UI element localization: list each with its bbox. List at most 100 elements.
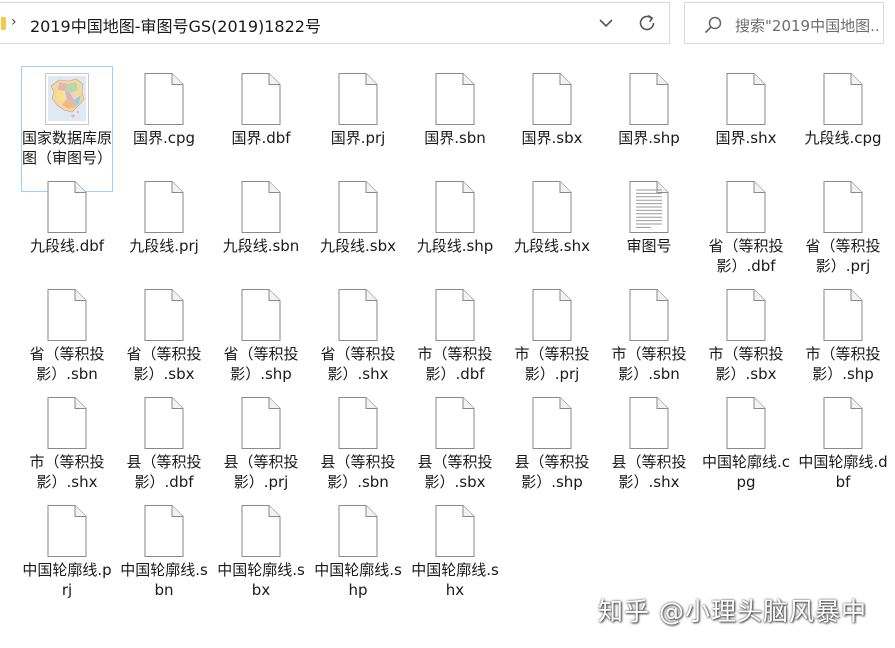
blank-file-icon [433,180,477,234]
blank-file-icon [530,180,574,234]
blank-file-icon [724,180,768,234]
chevron-right-icon[interactable]: › [11,14,17,30]
blank-file-icon [336,504,380,558]
file-item[interactable]: 市（等积投影）.dbf [409,282,501,386]
file-item[interactable]: 省（等积投影）.sbn [21,282,113,386]
file-name: 省（等积投影）.prj [805,237,881,275]
file-item[interactable]: 九段线.shp [409,174,501,278]
file-item[interactable]: 县（等积投影）.sbx [409,390,501,494]
file-item[interactable]: 中国轮廓线.shx [409,498,501,602]
file-item[interactable]: 县（等积投影）.shp [506,390,598,494]
file-name: 国界.sbx [521,129,583,147]
file-item[interactable]: 县（等积投影）.shx [603,390,695,494]
search-icon [703,15,723,35]
blank-file-icon [45,288,89,342]
file-item[interactable]: 省（等积投影）.sbx [118,282,210,386]
blank-file-icon [336,72,380,126]
blank-file-icon [627,288,671,342]
file-name: 县（等积投影）.sbn [320,453,396,491]
file-name: 国界.dbf [231,129,291,147]
blank-file-icon [142,288,186,342]
file-item[interactable]: 中国轮廓线.dbf [797,390,889,494]
blank-file-icon [142,396,186,450]
file-item[interactable]: 九段线.shx [506,174,598,278]
file-name: 市（等积投影）.dbf [417,345,493,383]
file-item[interactable]: 县（等积投影）.dbf [118,390,210,494]
file-item[interactable]: 县（等积投影）.prj [215,390,307,494]
file-name: 审图号 [626,237,672,255]
file-name: 市（等积投影）.sbn [611,345,687,383]
file-item[interactable]: 市（等积投影）.prj [506,282,598,386]
file-name: 省（等积投影）.shp [223,345,299,383]
file-item[interactable]: 国界.dbf [215,66,307,170]
file-item[interactable]: 中国轮廓线.cpg [700,390,792,494]
file-item[interactable]: 国界.sbx [506,66,598,170]
file-item[interactable]: 国界.cpg [118,66,210,170]
file-item[interactable]: 审图号 [603,174,695,278]
file-item[interactable]: 国界.shx [700,66,792,170]
file-name: 九段线.dbf [29,237,105,255]
file-item[interactable]: 九段线.sbn [215,174,307,278]
file-name: 市（等积投影）.shp [805,345,881,383]
blank-file-icon [530,288,574,342]
image-thumbnail-icon [45,72,89,126]
blank-file-icon [239,288,283,342]
file-item[interactable]: 中国轮廓线.sbx [215,498,307,602]
file-name: 省（等积投影）.shx [320,345,396,383]
file-item[interactable]: 国界.sbn [409,66,501,170]
search-input[interactable]: 搜索"2019中国地图... [735,15,881,36]
file-item[interactable]: 九段线.cpg [797,66,889,170]
file-item[interactable]: 中国轮廓线.sbn [118,498,210,602]
refresh-icon[interactable] [635,11,659,35]
search-box[interactable]: 搜索"2019中国地图... [684,2,884,44]
file-item[interactable]: 省（等积投影）.prj [797,174,889,278]
file-item[interactable]: 九段线.sbx [312,174,404,278]
blank-file-icon [724,396,768,450]
file-item[interactable]: 九段线.dbf [21,174,113,278]
blank-file-icon [239,504,283,558]
file-name: 中国轮廓线.cpg [701,453,791,491]
file-item[interactable]: 省（等积投影）.dbf [700,174,792,278]
file-item[interactable]: 国界.shp [603,66,695,170]
blank-file-icon [239,396,283,450]
file-name: 国界.shp [618,129,680,147]
blank-file-icon [45,504,89,558]
file-name: 中国轮廓线.sbx [217,561,305,599]
file-name: 九段线.shp [416,237,494,255]
file-name: 中国轮廓线.shx [411,561,499,599]
watermark: 知乎 @小理头脑风暴中 [598,597,867,626]
file-name: 市（等积投影）.prj [514,345,590,383]
file-item[interactable]: 市（等积投影）.shp [797,282,889,386]
file-name: 县（等积投影）.dbf [126,453,202,491]
file-item[interactable]: 市（等积投影）.sbx [700,282,792,386]
chevron-down-icon[interactable] [595,11,617,35]
blank-file-icon [433,288,477,342]
file-item[interactable]: 中国轮廓线.shp [312,498,404,602]
address-bar[interactable]: › 2019中国地图-审图号GS(2019)1822号 [0,2,670,44]
file-name: 中国轮廓线.dbf [798,453,888,491]
file-name: 国界.cpg [132,129,196,147]
blank-file-icon [45,180,89,234]
blank-file-icon [433,504,477,558]
address-path[interactable]: 2019中国地图-审图号GS(2019)1822号 [30,13,321,37]
blank-file-icon [433,72,477,126]
file-item[interactable]: 县（等积投影）.sbn [312,390,404,494]
file-name: 九段线.prj [129,237,199,255]
blank-file-icon [142,180,186,234]
blank-file-icon [239,180,283,234]
file-name: 省（等积投影）.dbf [708,237,784,275]
file-item[interactable]: 市（等积投影）.shx [21,390,113,494]
file-item[interactable]: 国界.prj [312,66,404,170]
file-item[interactable]: 中国轮廓线.prj [21,498,113,602]
file-name: 国界.prj [330,129,386,147]
text-document-icon [627,180,671,234]
file-item[interactable]: 省（等积投影）.shp [215,282,307,386]
blank-file-icon [530,396,574,450]
file-grid: 国家数据库原图（审图号） 国界.cpg 国界.dbf 国界.prj 国界.sbn… [0,64,895,648]
file-item[interactable]: 九段线.prj [118,174,210,278]
file-name: 国家数据库原图（审图号） [21,129,112,167]
blank-file-icon [336,396,380,450]
file-item[interactable]: 市（等积投影）.sbn [603,282,695,386]
file-name: 县（等积投影）.prj [223,453,299,491]
file-item[interactable]: 省（等积投影）.shx [312,282,404,386]
